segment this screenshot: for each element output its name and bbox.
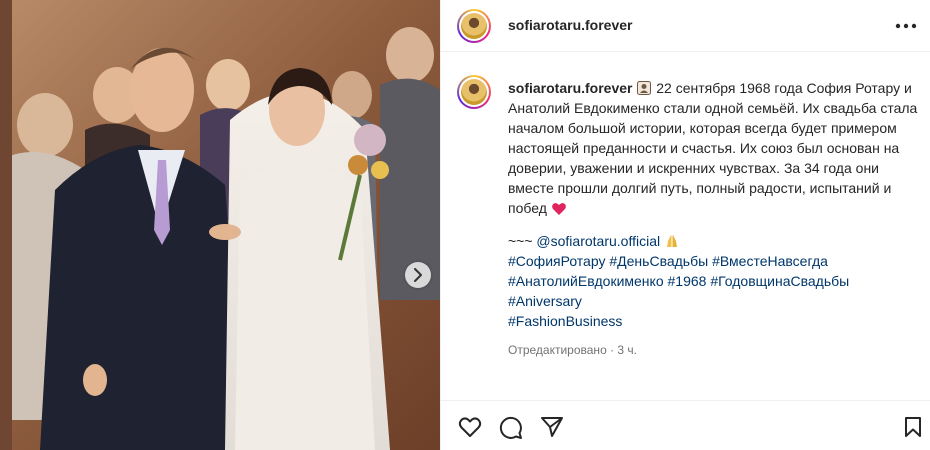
edited-timestamp: Отредактировано · 3 ч. — [508, 343, 637, 357]
instagram-post-modal: sofiarotaru.forever sofiarotaru.forever … — [0, 0, 930, 450]
hashtag-link[interactable]: #Aniversary — [508, 293, 582, 309]
caption-username[interactable]: sofiarotaru.forever — [508, 80, 632, 96]
bookmark-icon — [905, 417, 921, 437]
more-horizontal-icon — [895, 23, 917, 29]
heart-outline-icon — [458, 417, 482, 437]
hashtag-link[interactable]: #АнатолийЕвдокименко — [508, 273, 664, 289]
chevron-right-icon — [414, 268, 422, 282]
hashtag-link[interactable]: #1968 — [668, 273, 707, 289]
hashtag-link[interactable]: #ГодовщинаСвадьбы — [710, 273, 849, 289]
comment-button[interactable] — [499, 416, 523, 445]
more-options-button[interactable] — [895, 16, 917, 30]
send-icon — [541, 417, 563, 437]
post-photo[interactable] — [0, 0, 440, 450]
caption-text: 22 сентября 1968 года София Ротару и Ана… — [508, 80, 918, 216]
hashtag-link[interactable]: #ДеньСвадьбы — [609, 253, 708, 269]
mention-link[interactable]: @sofiarotaru.official — [536, 233, 660, 249]
next-photo-button[interactable] — [405, 262, 431, 288]
wedding-portrait-emoji-icon — [637, 81, 652, 95]
wedding-photo-illustration — [0, 0, 440, 450]
comment-icon — [499, 416, 522, 439]
like-button[interactable] — [458, 416, 482, 443]
tilde-separator: ~~~ — [508, 233, 533, 249]
post-caption: sofiarotaru.forever 22 сентября 1968 год… — [508, 78, 926, 360]
post-details-pane: sofiarotaru.forever sofiarotaru.forever … — [440, 0, 930, 450]
caption-tags: ~~~ @sofiarotaru.official #СофияРотару #… — [508, 231, 926, 331]
hashtag-link[interactable]: #FashionBusiness — [508, 313, 622, 329]
hashtag-link[interactable]: #ВместеНавсегда — [712, 253, 828, 269]
author-username[interactable]: sofiarotaru.forever — [508, 17, 632, 33]
red-heart-icon — [551, 203, 566, 215]
author-avatar[interactable] — [457, 9, 491, 43]
save-button[interactable] — [904, 416, 922, 443]
post-actions-bar — [441, 400, 930, 450]
post-header: sofiarotaru.forever — [441, 0, 930, 52]
share-button[interactable] — [540, 416, 564, 443]
folded-hands-emoji-icon — [667, 235, 677, 247]
caption-body: sofiarotaru.forever 22 сентября 1968 год… — [508, 78, 926, 218]
caption-author-avatar[interactable] — [457, 75, 491, 109]
hashtag-link[interactable]: #СофияРотару — [508, 253, 605, 269]
